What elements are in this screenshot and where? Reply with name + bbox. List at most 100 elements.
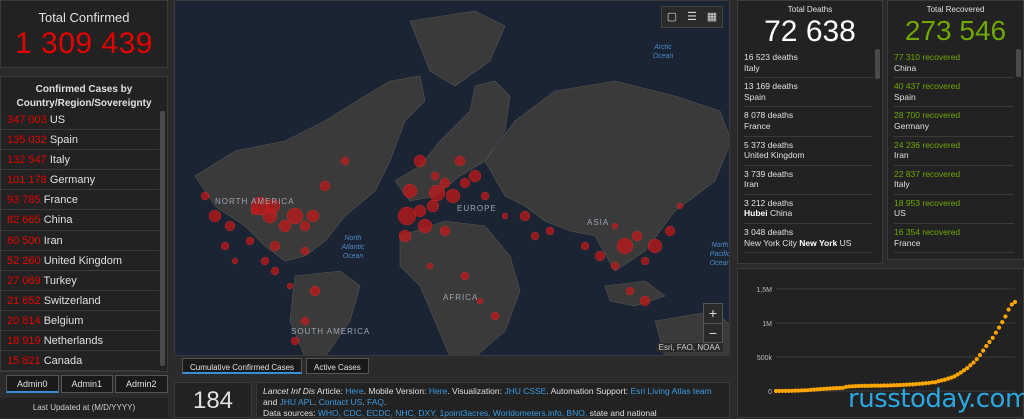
chart-point — [965, 365, 970, 371]
country-row[interactable]: 27 069 Turkey — [1, 271, 159, 291]
recovered-row[interactable]: 16 354 recovered France — [894, 224, 1014, 254]
chart-point — [981, 348, 986, 353]
country-row[interactable]: 20 814 Belgium — [1, 311, 159, 332]
info-text: . Mobile Version: — [363, 386, 429, 396]
chart-point — [984, 343, 989, 349]
legend-icon[interactable]: ☰ — [682, 7, 702, 27]
info-panel: Lancet Inf Dis Article: Here. Mobile Ver… — [256, 382, 730, 418]
country-count: 18 919 — [7, 335, 41, 348]
recovered-row[interactable]: 22 837 recovered Italy — [894, 166, 1014, 195]
country-list-scrollbar[interactable] — [160, 111, 165, 366]
deaths-value: 3 212 deaths — [744, 197, 794, 208]
country-row[interactable]: 52 260 United Kingdom — [1, 251, 159, 271]
faq-link[interactable]: FAQ — [367, 397, 384, 407]
tab-admin0[interactable]: Admin0 — [6, 375, 59, 393]
deaths-row[interactable]: 8 078 deaths France — [744, 107, 873, 137]
tab-admin2[interactable]: Admin2 — [115, 375, 168, 393]
country-count: 52 260 — [7, 254, 41, 267]
country-row[interactable]: 93 785 France — [1, 190, 159, 211]
recovered-value: 16 354 recovered — [894, 227, 961, 238]
deaths-row[interactable]: 13 169 deaths Spain — [744, 78, 873, 108]
total-recovered-label: Total Recovered — [926, 5, 985, 14]
deaths-place-prefix: New York City — [744, 237, 800, 248]
deaths-list[interactable]: 16 523 deaths Italy 13 169 deaths Spain 8 07… — [744, 49, 873, 254]
map-label-africa: AFRICA — [443, 293, 479, 302]
recovered-row[interactable]: 28 700 recovered Germany — [894, 107, 1014, 137]
deaths-place: Hubei China — [744, 208, 873, 219]
country-name: United Kingdom — [43, 254, 122, 267]
map-label-asia: ASIA — [587, 218, 610, 227]
total-deaths-panel: Total Deaths 72 638 16 523 deaths Italy 13… — [737, 0, 883, 264]
deaths-row[interactable]: 16 523 deaths Italy — [744, 49, 873, 79]
esri-link[interactable]: Esri Living Atlas team — [630, 386, 711, 396]
deaths-place-bold: New York — [799, 237, 838, 248]
country-count: 347 003 — [7, 114, 47, 126]
recovered-place: US — [894, 208, 906, 219]
tab-admin1[interactable]: Admin1 — [60, 375, 114, 393]
total-confirmed-panel: Total Confirmed 1 309 439 — [0, 0, 168, 68]
tab-cumulative-confirmed-cases[interactable]: Cumulative Confirmed Cases — [182, 358, 303, 374]
world-map[interactable]: NORTH AMERICA EUROPE ASIA AFRICA SOUTH A… — [174, 0, 730, 356]
country-row[interactable]: 21 652 Switzerland — [1, 291, 159, 311]
zoom-control: + − — [703, 303, 723, 343]
country-row[interactable]: 15 821 Canada — [1, 351, 159, 371]
recovered-row[interactable]: 40 437 recovered Spain — [894, 78, 1014, 108]
deaths-place-bold: Hubei — [744, 208, 768, 219]
jhu-apl-link[interactable]: JHU APL — [280, 397, 315, 407]
zoom-in-button[interactable]: + — [704, 304, 722, 323]
recovered-list[interactable]: 77 310 recovered China 40 437 recovered Spa… — [894, 49, 1014, 254]
deaths-place-name: Iran — [744, 179, 759, 190]
deaths-place: New York City New York US — [744, 238, 873, 249]
deaths-row[interactable]: 3 212 deaths Hubei China — [744, 195, 873, 225]
deaths-place-name: China — [767, 208, 793, 219]
map-attribution[interactable]: Esri, FAO, NOAA — [655, 343, 723, 352]
jhu-csse-link[interactable]: JHU CSSE — [504, 386, 546, 396]
country-count: 60 500 — [7, 234, 41, 247]
chart-point — [987, 339, 992, 345]
deaths-place-name: US — [837, 237, 852, 248]
country-count: 15 821 — [7, 355, 41, 368]
mobile-version-link[interactable]: Here — [429, 386, 447, 396]
ocean-label-north-atlantic: North Atlantic Ocean — [341, 235, 365, 260]
recovered-row[interactable]: 18 953 recovered US — [894, 195, 1014, 225]
deaths-row[interactable]: 3 048 deaths New York City New York US — [744, 224, 873, 254]
country-name: Spain — [49, 134, 78, 147]
country-row[interactable]: 347 003 US — [1, 110, 159, 131]
recovered-list-scrollbar[interactable] — [1016, 49, 1021, 77]
info-line-2: Data sources: WHO, CDC, ECDC, NHC, DXY, … — [263, 408, 723, 418]
deaths-place: Spain — [744, 92, 873, 103]
recovered-row[interactable]: 24 236 recovered Iran — [894, 137, 1014, 166]
country-name: Italy — [49, 154, 71, 167]
recovered-value: 77 310 recovered — [894, 52, 961, 62]
bookmark-icon[interactable]: ▢ — [662, 7, 682, 27]
country-row[interactable]: 18 919 Netherlands — [1, 331, 159, 352]
zoom-out-button[interactable]: − — [704, 323, 722, 342]
deaths-value: 16 523 deaths — [744, 52, 798, 62]
country-row[interactable]: 60 500 Iran — [1, 231, 159, 251]
country-row[interactable]: 101 178 Germany — [1, 170, 159, 191]
tab-active-cases[interactable]: Active Cases — [306, 358, 369, 374]
chart-point — [1006, 307, 1011, 312]
recovered-row[interactable]: 77 310 recovered China — [894, 49, 1014, 79]
article-link[interactable]: Here — [345, 386, 363, 396]
deaths-place-name: Italy — [744, 62, 760, 73]
recovered-place: Iran — [894, 150, 909, 161]
deaths-row[interactable]: 3 739 deaths Iran — [744, 166, 873, 195]
ocean-label-north-pacific: North Pacific Ocean — [709, 242, 730, 267]
info-text: . Automation Support: — [546, 386, 631, 396]
basemap-gallery-icon[interactable]: ▦ — [702, 7, 722, 27]
country-row[interactable]: 82 665 China — [1, 210, 159, 231]
country-name: Netherlands — [43, 335, 104, 348]
info-text: state and national — [587, 408, 657, 418]
country-name: Iran — [43, 234, 63, 247]
data-sources-links[interactable]: WHO, CDC, ECDC, NHC, DXY, 1point3acres, … — [318, 408, 587, 417]
country-list[interactable]: 347 003 US 135 032 Spain 132 547 Italy 101 … — [1, 110, 159, 371]
deaths-list-scrollbar[interactable] — [875, 49, 880, 79]
country-name: Germany — [49, 174, 96, 187]
country-row[interactable]: 132 547 Italy — [1, 150, 159, 171]
country-count: 20 814 — [7, 314, 41, 327]
country-row[interactable]: 135 032 Spain — [1, 130, 159, 151]
recovered-place: China — [894, 62, 917, 73]
deaths-row[interactable]: 5 373 deaths United Kingdom — [744, 137, 873, 166]
contact-link[interactable]: Contact US — [319, 397, 362, 407]
